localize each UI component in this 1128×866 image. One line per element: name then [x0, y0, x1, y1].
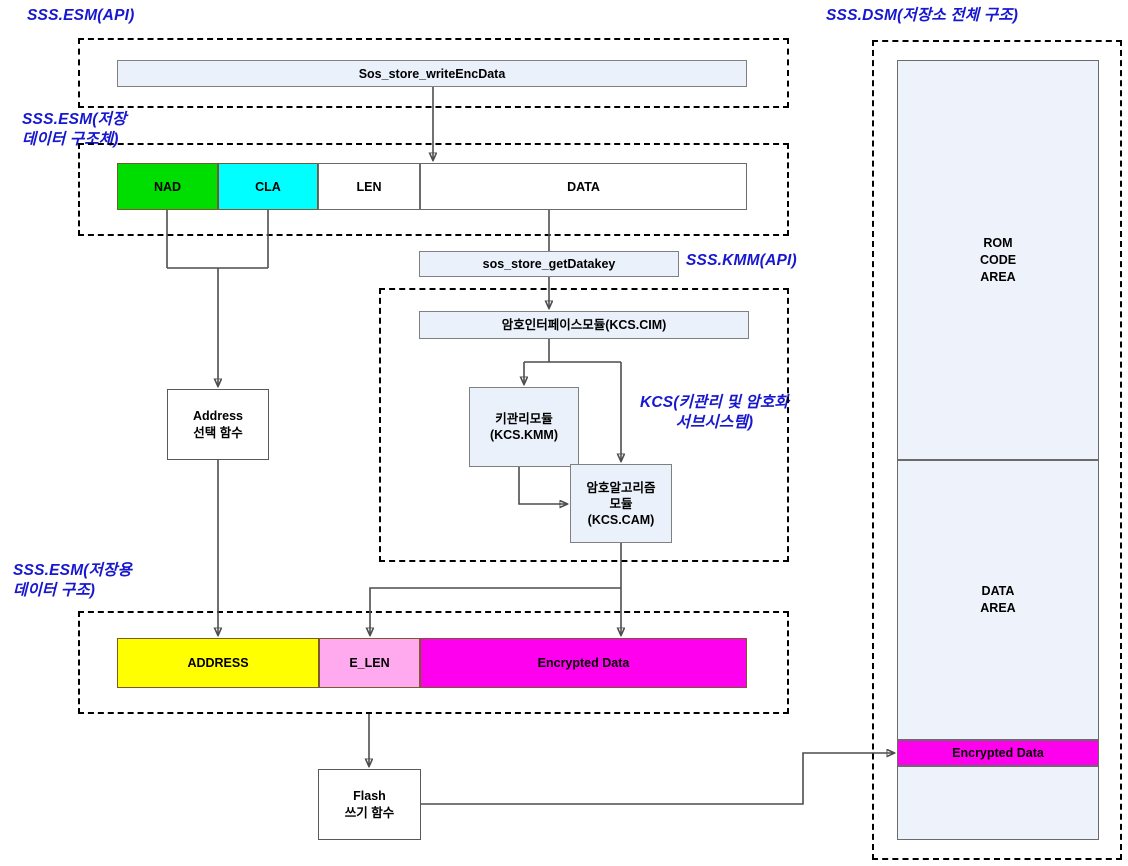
field-len: LEN [318, 163, 420, 210]
memory-data-area: DATA AREA [897, 460, 1099, 740]
box-sos-store-getdatakey[interactable]: sos_store_getDatakey [419, 251, 679, 277]
box-flash-write-function[interactable]: Flash 쓰기 함수 [318, 769, 421, 840]
box-kcs-cim[interactable]: 암호인터페이스모듈(KCS.CIM) [419, 311, 749, 339]
label-sss-kmm-api: SSS.KMM(API) [686, 252, 797, 269]
diagram-canvas: SSS.ESM(API) SSS.ESM(저장 데이터 구조체) SSS.KMM… [0, 0, 1128, 866]
field-nad: NAD [117, 163, 218, 210]
box-kcs-kmm[interactable]: 키관리모듈 (KCS.KMM) [469, 387, 579, 467]
box-kcs-cam[interactable]: 암호알고리즘 모듈 (KCS.CAM) [570, 464, 672, 543]
field-cla: CLA [218, 163, 318, 210]
memory-rom-code-area: ROM CODE AREA [897, 60, 1099, 460]
label-sss-esm-api: SSS.ESM(API) [27, 7, 135, 24]
wire-flash-to-memory [421, 753, 894, 805]
memory-free-area [897, 766, 1099, 840]
field-encrypted-data: Encrypted Data [420, 638, 747, 688]
memory-encrypted-data-block: Encrypted Data [897, 740, 1099, 766]
field-address: ADDRESS [117, 638, 319, 688]
field-data: DATA [420, 163, 747, 210]
box-sos-store-writeencdata[interactable]: Sos_store_writeEncData [117, 60, 747, 87]
box-address-select-function[interactable]: Address 선택 함수 [167, 389, 269, 460]
field-e-len: E_LEN [319, 638, 420, 688]
label-sss-dsm: SSS.DSM(저장소 전체 구조) [826, 7, 1019, 24]
label-sss-esm-store: SSS.ESM(저장용 데이터 구조) [13, 562, 133, 599]
